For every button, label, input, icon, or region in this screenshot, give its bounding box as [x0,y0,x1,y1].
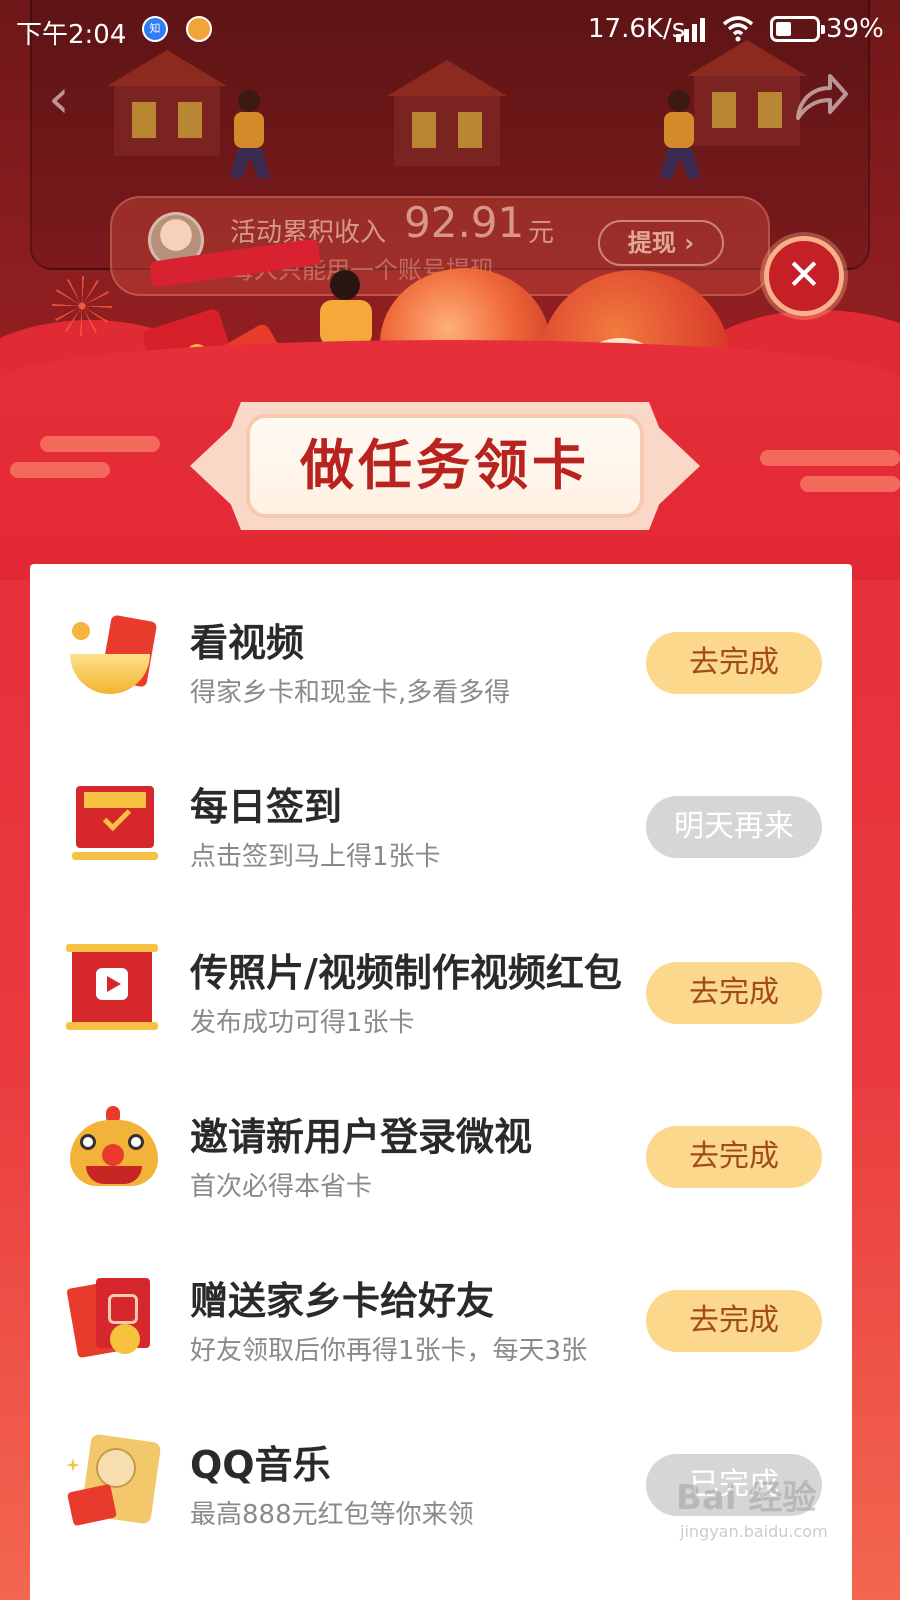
task-list: 看视频 得家乡卡和现金卡,多看多得 去完成 每日签到 点击签到马上得1张卡 明天… [30,564,852,1600]
notification-app-icon [186,16,212,42]
network-speed: 17.6K/s [588,14,686,44]
firework-sparkle [52,276,112,336]
notification-app-icon: 知 [142,16,168,42]
task-title: 每日签到 [190,785,343,829]
video-reward-icon [66,612,158,704]
gift-envelope-icon [66,1270,158,1362]
page-title: 做任务领卡 [300,434,590,497]
watermark: Bai 经验 jingyan.baidu.com [676,1470,846,1550]
task-description: 首次必得本省卡 [190,1172,373,1202]
task-description: 最高888元红包等你来领 [190,1500,474,1530]
task-title: 赠送家乡卡给好友 [190,1279,495,1323]
signal-icon [676,18,708,42]
lion-dance-icon [66,1106,158,1198]
task-title: 邀请新用户登录微视 [190,1115,533,1159]
task-item-gift-card: 赠送家乡卡给好友 好友领取后你再得1张卡，每天3张 去完成 [30,1230,852,1394]
wave-decoration [40,436,160,452]
task-title: 看视频 [190,621,305,665]
wave-decoration [760,450,900,466]
running-person-illustration [222,90,272,180]
go-complete-button[interactable]: 去完成 [646,1290,822,1352]
status-time: 下午2:04 [16,20,127,50]
task-description: 发布成功可得1张卡 [190,1008,415,1038]
running-person-illustration [652,90,702,180]
go-complete-button[interactable]: 去完成 [646,632,822,694]
video-scroll-icon [66,942,158,1034]
task-item-daily-checkin: 每日签到 点击签到马上得1张卡 明天再来 [30,736,852,900]
watermark-url: jingyan.baidu.com [680,1522,828,1541]
share-arrow-icon[interactable] [790,68,850,124]
title-banner: 做任务领卡 [190,402,700,530]
task-description: 好友领取后你再得1张卡，每天3张 [190,1336,588,1366]
come-back-tomorrow-button[interactable]: 明天再来 [646,796,822,858]
status-bar: 下午2:04 知 17.6K/s 39% [0,0,900,60]
qq-music-mouse-icon [66,1433,162,1527]
task-item-invite-user: 邀请新用户登录微视 首次必得本省卡 去完成 [30,1066,852,1230]
battery-percent: 39% [826,14,884,44]
calendar-check-icon [66,776,158,868]
task-title: 传照片/视频制作视频红包 [190,951,622,995]
task-description: 点击签到马上得1张卡 [190,842,441,872]
task-title: QQ音乐 [190,1443,331,1487]
task-description: 得家乡卡和现金卡,多看多得 [190,678,511,708]
wifi-icon [722,16,754,42]
wave-decoration [800,476,900,492]
wave-decoration [10,462,110,478]
close-button[interactable]: ✕ [764,236,844,316]
battery-icon [770,16,825,42]
task-item-upload-video: 传照片/视频制作视频红包 发布成功可得1张卡 去完成 [30,902,852,1066]
go-complete-button[interactable]: 去完成 [646,962,822,1024]
watermark-brand: Bai 经验 [676,1478,817,1518]
task-item-watch-video: 看视频 得家乡卡和现金卡,多看多得 去完成 [30,572,852,736]
back-arrow-icon[interactable]: ‹ [48,72,88,126]
go-complete-button[interactable]: 去完成 [646,1126,822,1188]
